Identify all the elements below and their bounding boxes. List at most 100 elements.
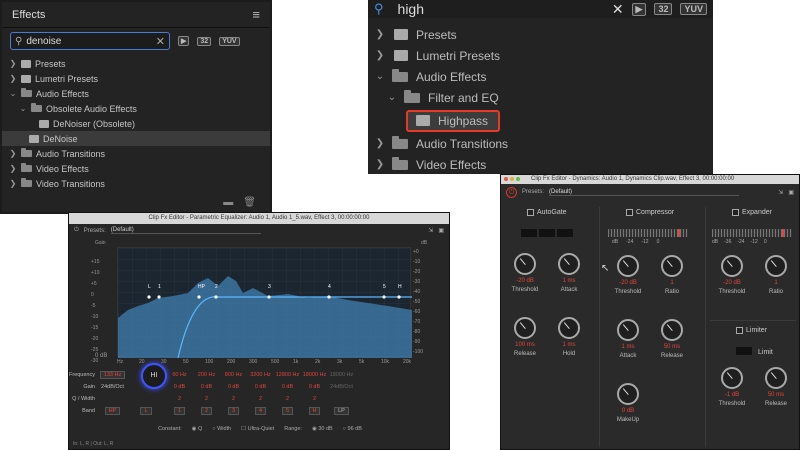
band-toggle-lp[interactable]: LP bbox=[334, 407, 349, 415]
power-icon[interactable]: ⏻ bbox=[74, 227, 79, 234]
tree-item-obsolete-audio-effects[interactable]: ⌄ Obsolete Audio Effects bbox=[2, 101, 270, 116]
h-frequency-value[interactable]: 18000 Hz bbox=[301, 372, 328, 378]
chevron-right-icon[interactable]: ❯ bbox=[372, 138, 388, 149]
chevron-right-icon[interactable]: ❯ bbox=[8, 74, 18, 83]
constant-q-radio[interactable]: ◉ Q bbox=[192, 426, 203, 432]
delete-preset-icon[interactable]: ▣ bbox=[438, 227, 444, 234]
chevron-right-icon[interactable]: ❯ bbox=[372, 50, 388, 61]
tree-item-audio-transitions[interactable]: ❯ Audio Transitions bbox=[368, 133, 713, 154]
expander-ratio-knob[interactable]: 1 Ratio bbox=[764, 255, 788, 295]
chevron-down-icon[interactable]: ⌄ bbox=[372, 71, 388, 82]
chevron-right-icon[interactable]: ❯ bbox=[8, 59, 18, 68]
tree-item-audio-effects[interactable]: ⌄ Audio Effects bbox=[368, 66, 713, 87]
chevron-down-icon[interactable]: ⌄ bbox=[18, 104, 28, 113]
curve-marker-handle[interactable] bbox=[157, 295, 161, 299]
chevron-right-icon[interactable]: ❯ bbox=[8, 179, 18, 188]
tree-item-denoiser-obsolete[interactable]: DeNoiser (Obsolete) bbox=[2, 116, 270, 131]
tree-item-lumetri-presets[interactable]: ❯ Lumetri Presets bbox=[368, 45, 713, 66]
band2-gain-value[interactable]: 0 dB bbox=[193, 384, 220, 390]
tree-item-highpass[interactable]: Highpass bbox=[406, 109, 501, 132]
effects-search-input[interactable]: ⚲ denoise ✕ bbox=[10, 32, 170, 50]
autogate-threshold-knob[interactable]: -20 dB Threshold bbox=[512, 253, 538, 293]
32bit-effects-icon[interactable]: 32 bbox=[654, 3, 673, 15]
constant-width-radio[interactable]: ○ Width bbox=[212, 426, 231, 432]
hp-slope-value[interactable]: 24dB/Oct bbox=[99, 384, 126, 390]
limiter-threshold-knob[interactable]: -1 dB Threshold bbox=[719, 367, 745, 407]
tree-item-filter-and-eq[interactable]: ⌄ Filter and EQ bbox=[368, 87, 713, 108]
tree-item-denoise[interactable]: DeNoise bbox=[2, 131, 270, 146]
band-toggle-4[interactable]: 4 bbox=[254, 407, 267, 415]
tree-item-lumetri-presets[interactable]: ❯ Lumetri Presets bbox=[2, 71, 270, 86]
expander-threshold-knob[interactable]: -20 dB Threshold bbox=[719, 255, 745, 295]
band4-gain-value[interactable]: 0 dB bbox=[247, 384, 274, 390]
preset-dropdown[interactable]: (Default) bbox=[549, 189, 740, 196]
preset-dropdown[interactable]: (Default) bbox=[110, 227, 261, 234]
chevron-right-icon[interactable]: ❯ bbox=[8, 149, 18, 158]
h-gain-value[interactable]: 0 dB bbox=[301, 384, 328, 390]
band-toggle-3[interactable]: 3 bbox=[227, 407, 240, 415]
limiter-checkbox[interactable]: Limiter bbox=[736, 327, 767, 334]
panel-menu-icon[interactable]: ≡ bbox=[252, 7, 260, 22]
power-icon[interactable]: ⏻ bbox=[506, 186, 517, 198]
chevron-right-icon[interactable]: ❯ bbox=[372, 159, 388, 170]
ultra-quiet-checkbox[interactable]: ☐ Ultra-Quiet bbox=[241, 426, 274, 432]
curve-marker-handle[interactable] bbox=[397, 295, 401, 299]
band-toggle-h[interactable]: H bbox=[308, 407, 321, 415]
curve-marker-handle[interactable] bbox=[197, 295, 201, 299]
chevron-down-icon[interactable]: ⌄ bbox=[384, 92, 400, 103]
close-window-icon[interactable] bbox=[504, 177, 508, 181]
band3-gain-value[interactable]: 0 dB bbox=[220, 384, 247, 390]
save-preset-icon[interactable]: ⇲ bbox=[428, 227, 433, 234]
compressor-makeup-knob[interactable]: 0 dB MakeUp bbox=[616, 383, 640, 423]
tree-item-video-effects[interactable]: ❯ Video Effects bbox=[368, 154, 713, 174]
chevron-down-icon[interactable]: ⌄ bbox=[8, 89, 18, 98]
delete-preset-icon[interactable]: ▣ bbox=[788, 189, 794, 196]
band3-frequency-value[interactable]: 800 Hz bbox=[220, 372, 247, 378]
band-toggle-hp[interactable]: HP bbox=[104, 407, 121, 415]
minimize-window-icon[interactable] bbox=[510, 177, 514, 181]
range-96db-radio[interactable]: ○ 96 dB bbox=[343, 426, 362, 432]
tree-item-audio-effects[interactable]: ⌄ Audio Effects bbox=[2, 86, 270, 101]
accelerated-effects-icon[interactable]: ▶ bbox=[178, 36, 190, 46]
search-value[interactable]: high bbox=[398, 1, 424, 17]
lp-frequency-value[interactable]: 18000 Hz bbox=[328, 372, 355, 378]
32bit-effects-icon[interactable]: 32 bbox=[197, 36, 212, 46]
hp-frequency-value[interactable]: 133 Hz bbox=[99, 371, 126, 379]
lp-slope-value[interactable]: 24dB/Oct bbox=[328, 384, 355, 390]
curve-marker-handle[interactable] bbox=[147, 295, 151, 299]
band5-q-value[interactable]: 2 bbox=[274, 396, 301, 402]
eq-graph[interactable]: L 1 HP 2 3 4 5 H bbox=[117, 247, 412, 358]
clear-search-icon[interactable]: ✕ bbox=[156, 35, 165, 48]
zoom-window-icon[interactable] bbox=[516, 177, 520, 181]
autogate-checkbox[interactable]: AutoGate bbox=[527, 209, 567, 216]
band-toggle-1[interactable]: 1 bbox=[173, 407, 186, 415]
compressor-threshold-knob[interactable]: -20 dB Threshold bbox=[615, 255, 641, 295]
band-toggle-2[interactable]: 2 bbox=[200, 407, 213, 415]
compressor-attack-knob[interactable]: 1 ms Attack bbox=[616, 319, 640, 359]
curve-marker-handle[interactable] bbox=[382, 295, 386, 299]
range-30db-radio[interactable]: ◉ 30 dB bbox=[312, 426, 333, 432]
yuv-effects-icon[interactable]: YUV bbox=[680, 3, 707, 15]
autogate-attack-knob[interactable]: 1 ms Attack bbox=[557, 253, 581, 293]
band5-gain-value[interactable]: 0 dB bbox=[274, 384, 301, 390]
chevron-right-icon[interactable]: ❯ bbox=[8, 164, 18, 173]
band1-frequency-value[interactable]: 60 Hz bbox=[166, 372, 193, 378]
tree-item-video-effects[interactable]: ❯ Video Effects bbox=[2, 161, 270, 176]
band4-q-value[interactable]: 2 bbox=[247, 396, 274, 402]
compressor-checkbox[interactable]: Compressor bbox=[626, 209, 674, 216]
tree-item-video-transitions[interactable]: ❯ Video Transitions bbox=[2, 176, 270, 191]
curve-marker-handle[interactable] bbox=[327, 295, 331, 299]
autogate-hold-knob[interactable]: 1 ms Hold bbox=[557, 317, 581, 357]
autogate-release-knob[interactable]: 100 ms Release bbox=[513, 317, 537, 357]
compressor-ratio-knob[interactable]: 1 Ratio bbox=[660, 255, 684, 295]
save-preset-icon[interactable]: ⇲ bbox=[778, 189, 783, 196]
chevron-right-icon[interactable]: ❯ bbox=[372, 29, 388, 40]
accelerated-effects-icon[interactable]: ▶ bbox=[631, 2, 647, 16]
band5-frequency-value[interactable]: 12800 Hz bbox=[274, 372, 301, 378]
expander-checkbox[interactable]: Expander bbox=[732, 209, 772, 216]
h-q-value[interactable]: 2 bbox=[301, 396, 328, 402]
yuv-effects-icon[interactable]: YUV bbox=[219, 36, 240, 46]
clear-search-icon[interactable]: ✕ bbox=[612, 1, 624, 18]
band-toggle-5[interactable]: 5 bbox=[281, 407, 294, 415]
band2-frequency-value[interactable]: 200 Hz bbox=[193, 372, 220, 378]
